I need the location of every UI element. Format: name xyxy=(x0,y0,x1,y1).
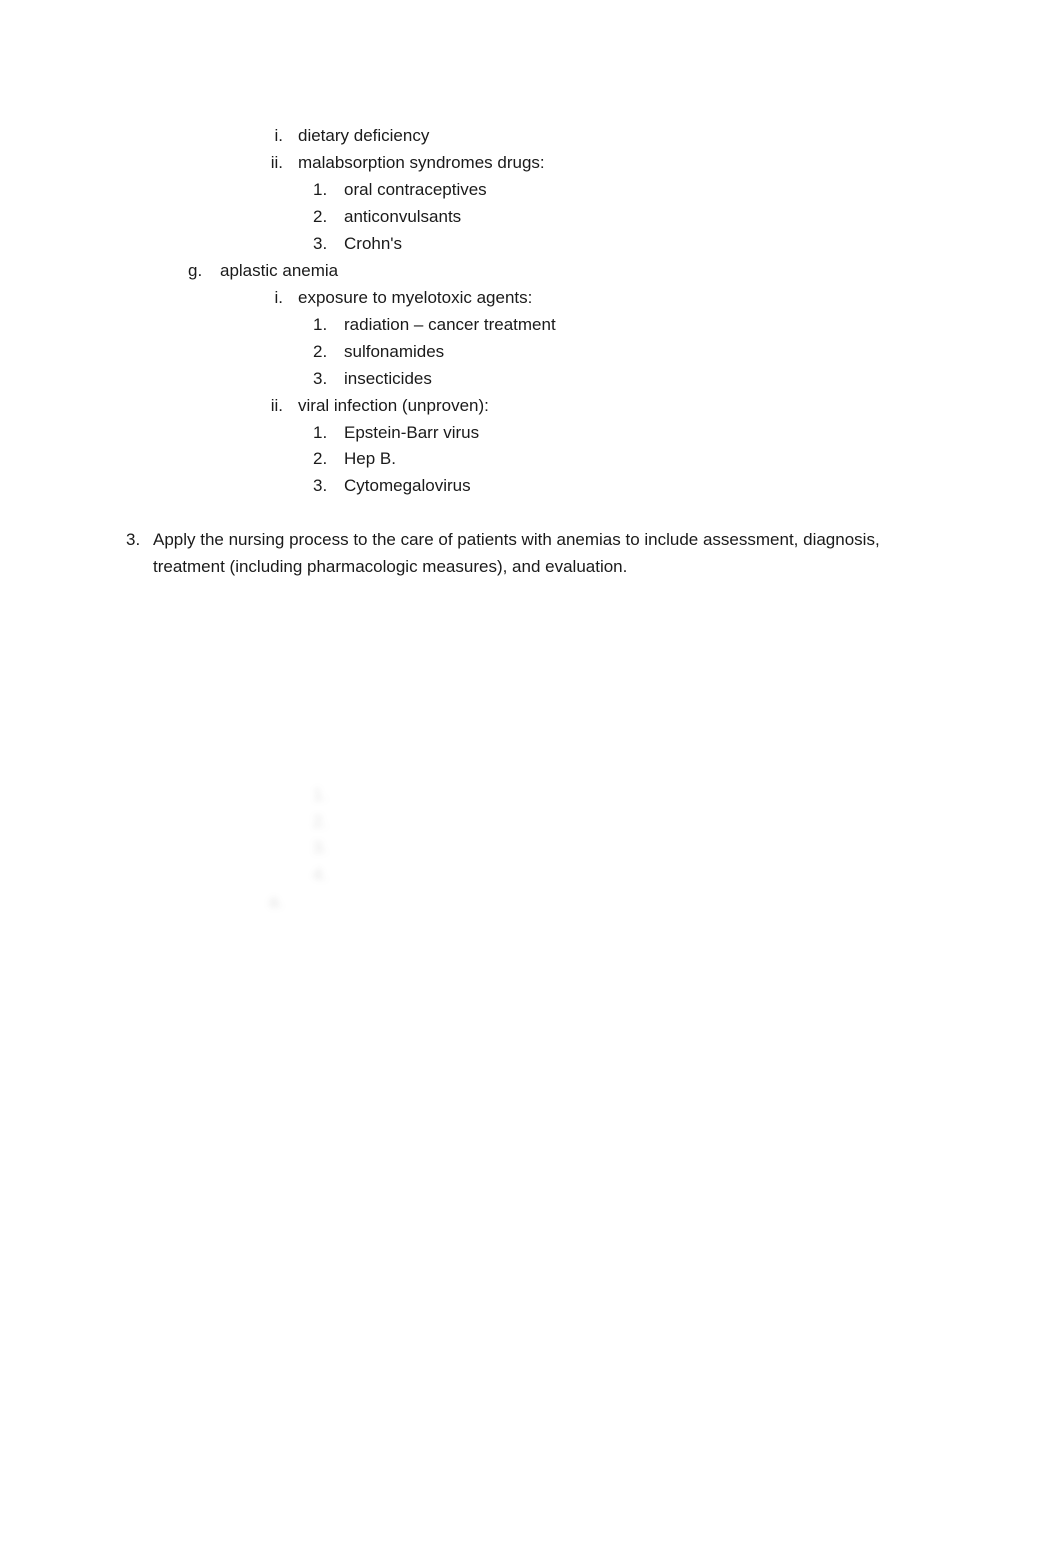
list-marker: g. xyxy=(188,261,203,280)
list-marker: ii. xyxy=(270,396,283,415)
list-item: 1. oral contraceptives xyxy=(313,176,487,203)
objective-text: Apply the nursing process to the care of… xyxy=(153,530,880,576)
list-item: 3. insecticides xyxy=(313,365,432,392)
list-item: i. exposure to myelotoxic agents: xyxy=(238,284,533,311)
list-marker: 1. xyxy=(313,180,328,199)
list-item-text: oral contraceptives xyxy=(344,180,487,199)
list-marker: 3. xyxy=(126,530,141,549)
blurred-text xyxy=(344,834,565,861)
list-marker: i. xyxy=(274,288,284,307)
list-item-text: exposure to myelotoxic agents: xyxy=(298,288,533,307)
list-marker: 1. xyxy=(313,423,328,442)
blurred-list-item: 2. xyxy=(313,808,599,835)
list-marker: 2. xyxy=(313,342,328,361)
blurred-list-item: 4. xyxy=(313,861,514,888)
list-item: 1. Epstein-Barr virus xyxy=(313,419,479,446)
list-marker: a. xyxy=(268,892,283,911)
list-marker: i. xyxy=(274,126,284,145)
list-item-text: viral infection (unproven): xyxy=(298,396,489,415)
list-item-text: Crohn's xyxy=(344,234,403,253)
list-marker: 1. xyxy=(313,315,328,334)
list-item: 3. Crohn's xyxy=(313,230,402,257)
list-item: g. aplastic anemia xyxy=(188,257,338,284)
list-marker: 2. xyxy=(313,207,328,226)
list-item-text: malabsorption syndromes drugs: xyxy=(298,153,545,172)
list-marker: 2. xyxy=(313,812,328,831)
list-marker: ii. xyxy=(270,153,283,172)
list-item-text: anticonvulsants xyxy=(344,207,462,226)
blurred-text xyxy=(344,861,514,888)
list-item-text: aplastic anemia xyxy=(220,261,339,280)
list-item-text: Hep B. xyxy=(344,449,396,468)
list-item: 1. radiation – cancer treatment xyxy=(313,311,556,338)
list-marker: 3. xyxy=(313,234,328,253)
blurred-text xyxy=(344,808,599,835)
list-item: 2. anticonvulsants xyxy=(313,203,461,230)
list-item: i. dietary deficiency xyxy=(238,122,430,149)
blurred-list-item: a. xyxy=(238,888,938,915)
list-marker: 3. xyxy=(313,838,328,857)
list-marker: 2. xyxy=(313,449,328,468)
blurred-list-item: 1. xyxy=(313,781,480,808)
list-item-text: dietary deficiency xyxy=(298,126,430,145)
list-item-text: Cytomegalovirus xyxy=(344,476,471,495)
list-item: ii. malabsorption syndromes drugs: xyxy=(238,149,545,176)
list-item: 2. Hep B. xyxy=(313,445,396,472)
list-marker: 3. xyxy=(313,369,328,388)
blurred-text xyxy=(344,781,480,808)
list-item-text: radiation – cancer treatment xyxy=(344,315,556,334)
list-item: 3. Cytomegalovirus xyxy=(313,472,471,499)
blurred-text-block: 1. 2. 3. 4. a. xyxy=(0,0,1062,1556)
blurred-list-item: 3. xyxy=(313,834,565,861)
objective-paragraph: 3. Apply the nursing process to the care… xyxy=(126,526,916,580)
list-item: ii. viral infection (unproven): xyxy=(238,392,489,419)
list-marker: 3. xyxy=(313,476,328,495)
list-item-text: insecticides xyxy=(344,369,432,388)
list-marker: 4. xyxy=(313,865,328,884)
blurred-text xyxy=(283,888,938,915)
list-item-text: Epstein-Barr virus xyxy=(344,423,480,442)
list-item-text: sulfonamides xyxy=(344,342,445,361)
document-page: i. dietary deficiency ii. malabsorption … xyxy=(0,0,1062,1556)
list-marker: 1. xyxy=(313,785,328,804)
list-item: 2. sulfonamides xyxy=(313,338,444,365)
